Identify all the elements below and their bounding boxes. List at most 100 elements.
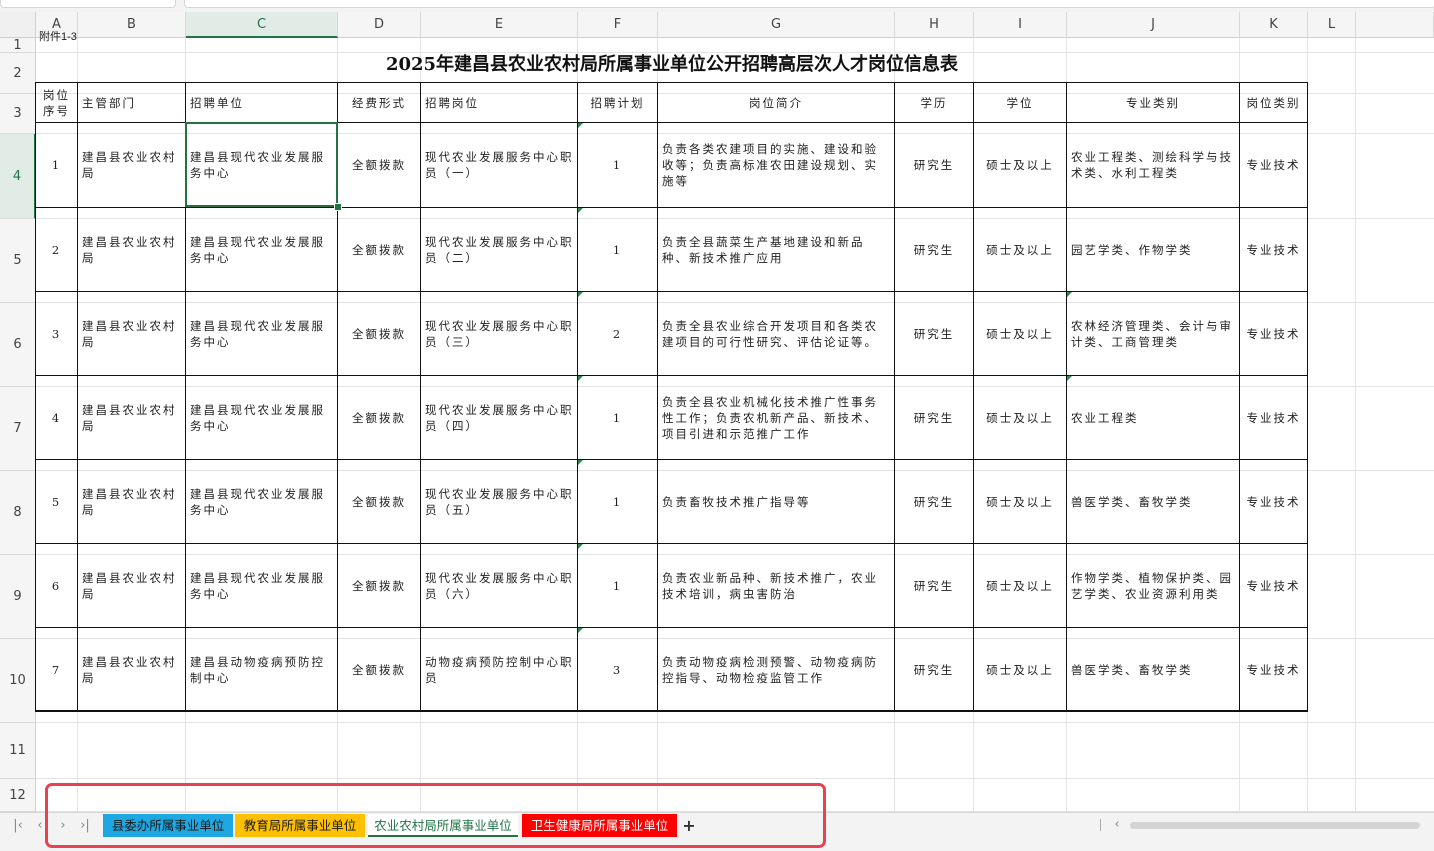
table-cell-text: 农业工程类、测绘科学与技术类、水利工程类 (1071, 150, 1233, 180)
table-cell-text: 专业技术 (1246, 578, 1301, 593)
column-header-g[interactable]: G (658, 12, 895, 38)
row-header-8[interactable]: 8 (0, 471, 36, 555)
table-cell-text: 5 (51, 494, 62, 509)
table-cell: 专业技术 (1240, 292, 1307, 375)
header-cell: 学历 (895, 83, 973, 122)
table-cell: 硕士及以上 (974, 460, 1066, 543)
table-cell-text: 建昌县农业农村局 (82, 150, 177, 180)
table-cell-text: 硕士及以上 (986, 578, 1054, 593)
table-cell-text: 现代农业发展服务中心职员（一） (425, 150, 574, 180)
column-header-l[interactable]: L (1308, 12, 1356, 38)
table-cell-text: 建昌县现代农业发展服务中心 (190, 402, 325, 433)
table-cell: 2 (36, 208, 77, 291)
comment-indicator (578, 628, 583, 633)
table-cell: 2 (578, 292, 657, 375)
column-header-f[interactable]: F (578, 12, 658, 38)
table-cell-text: 负责全县农业机械化技术推广性事务性工作；负责农机新产品、新技术、项目引进和示范推… (662, 394, 878, 441)
table-cell: 7 (36, 628, 77, 711)
table-cell: 负责动物疫病检测预警、动物疫病防控指导、动物检疫监管工作 (658, 628, 894, 711)
table-cell-text: 建昌县现代农业发展服务中心 (190, 486, 325, 517)
highlight-annotation-box (45, 783, 826, 848)
column-header-i[interactable]: I (974, 12, 1067, 38)
row-header-12[interactable]: 12 (0, 779, 36, 812)
comment-indicator (1067, 292, 1072, 297)
header-cell: 主管部门 (78, 83, 185, 122)
table-cell-text: 建昌县现代农业发展服务中心 (190, 570, 325, 601)
select-all-corner[interactable] (0, 12, 36, 38)
horizontal-scrollbar[interactable] (1130, 822, 1420, 829)
table-cell-text: 专业技术 (1246, 158, 1301, 172)
table-border-vertical (1307, 82, 1308, 711)
row-header-3[interactable]: 3 (0, 94, 36, 134)
row-header-7[interactable]: 7 (0, 387, 36, 471)
column-header-k[interactable]: K (1240, 12, 1308, 38)
top-toolbar-strip (0, 0, 1434, 12)
table-cell: 3 (36, 292, 77, 375)
table-cell-text: 全额拨款 (352, 578, 406, 593)
comment-indicator (578, 544, 583, 549)
table-border-horizontal (35, 711, 1308, 712)
row-header-11[interactable]: 11 (0, 723, 36, 779)
comment-indicator (578, 123, 583, 128)
table-cell: 建昌县动物疫病预防控制中心 (186, 628, 337, 711)
column-header-h[interactable]: H (895, 12, 974, 38)
table-cell-text: 现代农业发展服务中心职员（五） (425, 486, 574, 517)
table-cell: 全额拨款 (338, 208, 420, 291)
table-cell: 1 (578, 544, 657, 627)
table-cell: 农业工程类 (1067, 376, 1239, 459)
table-cell: 全额拨款 (338, 460, 420, 543)
column-header-j[interactable]: J (1067, 12, 1240, 38)
selected-cell-c4[interactable] (185, 122, 338, 207)
table-cell-text: 专业技术 (1246, 494, 1301, 509)
table-cell: 建昌县现代农业发展服务中心 (186, 292, 337, 375)
table-cell: 专业技术 (1240, 208, 1307, 291)
table-cell: 建昌县现代农业发展服务中心 (186, 544, 337, 627)
first-sheet-icon[interactable]: |‹ (9, 817, 27, 835)
table-cell: 研究生 (895, 628, 973, 711)
row-header-9[interactable]: 9 (0, 555, 36, 639)
comment-indicator (578, 376, 583, 381)
row-header-5[interactable]: 5 (0, 219, 36, 303)
table-cell: 负责全县农业综合开发项目和各类农建项目的可行性研究、评估论证等。 (658, 292, 894, 375)
table-cell-text: 全额拨款 (352, 662, 406, 677)
header-cell-text: 岗位简介 (749, 95, 803, 110)
table-cell: 现代农业发展服务中心职员（四） (421, 376, 577, 459)
table-cell-text: 全额拨款 (352, 410, 406, 425)
name-box[interactable] (0, 0, 176, 8)
column-header-c[interactable]: C (186, 12, 338, 38)
table-cell-text: 3 (612, 662, 623, 677)
table-cell-text: 建昌县现代农业发展服务中心 (190, 318, 325, 349)
table-cell-text: 负责农业新品种、新技术推广，农业技术培训，病虫害防治 (662, 570, 878, 601)
row-header-4[interactable]: 4 (0, 134, 36, 219)
header-cell-text: 主管部门 (82, 95, 136, 110)
table-cell: 专业技术 (1240, 376, 1307, 459)
table-cell-text: 2 (612, 326, 623, 341)
row-header-1[interactable]: 1 (0, 38, 36, 53)
table-cell-text: 全额拨款 (352, 326, 406, 341)
table-cell-text: 兽医学类、畜牧学类 (1071, 494, 1193, 509)
column-header-b[interactable]: B (78, 12, 186, 38)
table-cell: 4 (36, 376, 77, 459)
header-cell: 专业类别 (1067, 83, 1239, 122)
scroll-left-icon[interactable]: ‹ (1108, 816, 1126, 834)
column-header-e[interactable]: E (421, 12, 578, 38)
table-cell-text: 专业技术 (1246, 410, 1301, 425)
table-cell-text: 硕士及以上 (986, 494, 1054, 509)
table-cell: 专业技术 (1240, 544, 1307, 627)
row-header-2[interactable]: 2 (0, 53, 36, 94)
row-header-6[interactable]: 6 (0, 303, 36, 387)
table-cell: 建昌县农业农村局 (78, 460, 185, 543)
row-header-10[interactable]: 10 (0, 639, 36, 723)
table-cell-text: 农业工程类 (1071, 410, 1139, 425)
table-cell-text: 全额拨款 (352, 242, 406, 257)
table-cell: 研究生 (895, 544, 973, 627)
comment-indicator (578, 460, 583, 465)
table-cell: 1 (578, 208, 657, 291)
formula-bar[interactable] (184, 0, 1434, 8)
table-cell-text: 建昌县农业农村局 (82, 570, 177, 601)
table-cell-text: 负责畜牧技术推广指导等 (662, 494, 811, 509)
fill-handle[interactable] (334, 203, 342, 211)
table-cell-text: 硕士及以上 (986, 158, 1054, 172)
gridline-horizontal (36, 722, 1434, 723)
column-header-d[interactable]: D (338, 12, 421, 38)
